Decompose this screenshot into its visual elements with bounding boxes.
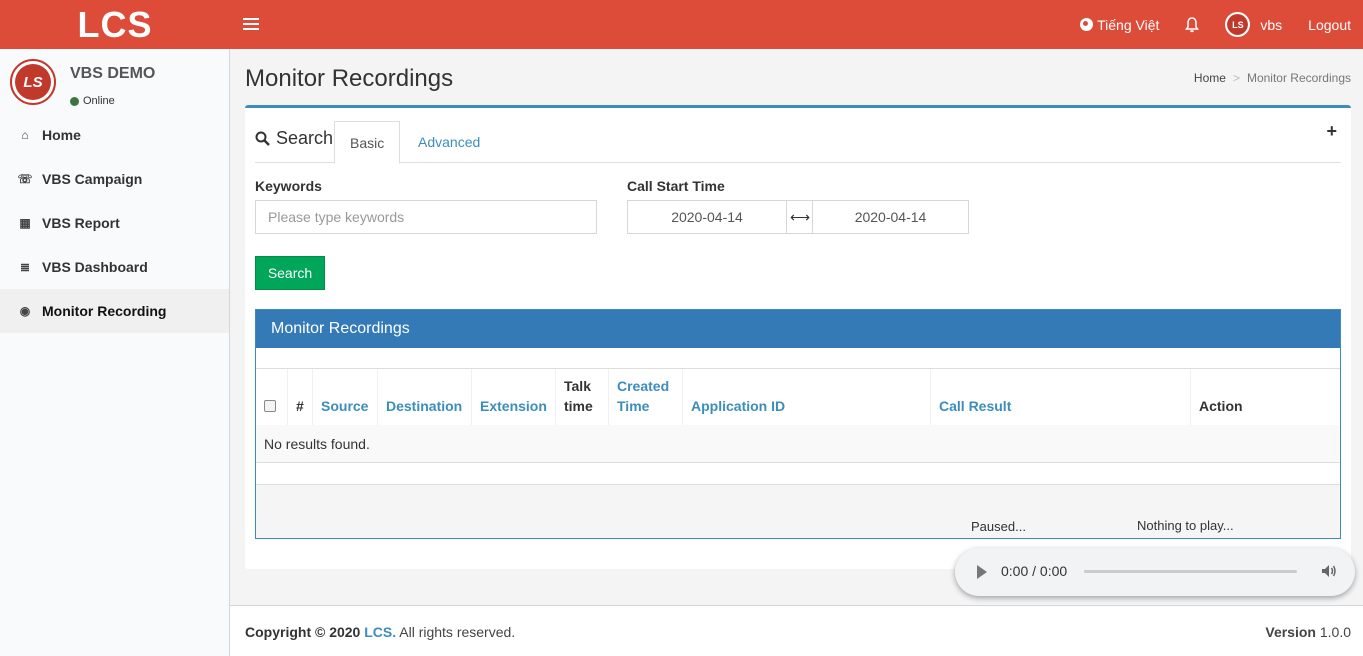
user-avatar: LS: [1225, 12, 1251, 37]
user-menu[interactable]: LS vbs: [1212, 0, 1295, 49]
sidebar-item-vbs-report[interactable]: ▦ VBS Report: [0, 201, 229, 245]
breadcrumb-separator: >: [1232, 71, 1240, 85]
audio-time: 0:00 / 0:00: [1001, 563, 1068, 579]
sidebar-item-label: Monitor Recording: [42, 303, 167, 319]
column-call-result[interactable]: Call Result: [931, 369, 1191, 426]
recordings-panel: Monitor Recordings # Source Destination …: [255, 309, 1341, 539]
tab-basic[interactable]: Basic: [334, 121, 401, 164]
search-heading-text: Search: [276, 128, 334, 148]
version-value: 1.0.0: [1319, 624, 1351, 640]
audio-progress-slider[interactable]: [1084, 570, 1297, 573]
username: vbs: [1260, 16, 1283, 33]
copyright-prefix: Copyright © 2020: [245, 624, 361, 640]
player-status-paused: Paused...: [971, 519, 1026, 534]
sidebar-item-label: VBS Campaign: [42, 171, 143, 187]
logout-link[interactable]: Logout: [1295, 0, 1363, 49]
sidebar-item-vbs-dashboard[interactable]: ≣ VBS Dashboard: [0, 245, 229, 289]
column-application-id[interactable]: Application ID: [683, 369, 931, 426]
copyright: Copyright © 2020 LCS. All rights reserve…: [245, 624, 515, 640]
sidebar-item-label: Home: [42, 127, 81, 143]
search-button[interactable]: Search: [255, 256, 325, 290]
logo[interactable]: LCS: [0, 0, 230, 49]
navbar-right: Tiếng Việt LS vbs Logout: [1067, 0, 1363, 49]
breadcrumb: Home > Monitor Recordings: [1194, 71, 1351, 85]
status-text: Online: [83, 95, 115, 107]
keywords-label: Keywords: [255, 178, 322, 194]
search-heading: Search: [255, 128, 333, 149]
breadcrumb-home[interactable]: Home: [1194, 71, 1226, 85]
play-icon[interactable]: [977, 565, 987, 579]
date-range-arrow-icon: ⟷: [787, 200, 813, 234]
column-number: #: [288, 369, 313, 426]
rights-text: All rights reserved.: [399, 624, 516, 640]
user-panel: LS VBS DEMO Online: [0, 49, 229, 113]
sidebar-item-vbs-campaign[interactable]: ☏ VBS Campaign: [0, 157, 229, 201]
version: Version 1.0.0: [1265, 624, 1351, 640]
top-navbar: LCS Tiếng Việt LS vbs Logout: [0, 0, 1363, 49]
sidebar-item-monitor-recording[interactable]: ◉ Monitor Recording: [0, 289, 229, 333]
date-from-input[interactable]: [627, 200, 787, 234]
tab-advanced[interactable]: Advanced: [403, 121, 495, 163]
audio-player: 0:00 / 0:00: [955, 548, 1355, 596]
version-label: Version: [1265, 624, 1316, 640]
column-action: Action: [1199, 398, 1243, 414]
user-status: Online: [70, 95, 115, 107]
main-content: Monitor Recordings Home > Monitor Record…: [230, 49, 1363, 605]
database-icon: ≣: [19, 260, 31, 274]
home-icon: ⌂: [21, 128, 29, 142]
column-source[interactable]: Source: [313, 369, 378, 426]
page-title: Monitor Recordings: [245, 65, 454, 92]
notifications-button[interactable]: [1172, 0, 1212, 49]
table-header: # Source Destination Extension Talk time…: [256, 368, 1340, 426]
footer: Copyright © 2020 LCS. All rights reserve…: [230, 605, 1363, 656]
search-icon: [255, 131, 270, 146]
sidebar-toggle-icon[interactable]: [243, 15, 259, 33]
empty-row: No results found.: [256, 425, 1340, 463]
bell-icon: [1185, 16, 1200, 32]
player-status-nothing: Nothing to play...: [1137, 518, 1234, 533]
language-switch[interactable]: Tiếng Việt: [1067, 0, 1172, 49]
column-talk-time: Talk time: [556, 369, 609, 426]
phone-volume-icon: ☏: [17, 172, 33, 186]
column-created-time[interactable]: Created Time: [609, 369, 683, 426]
column-extension[interactable]: Extension: [472, 369, 556, 426]
call-start-time-label: Call Start Time: [627, 178, 725, 194]
volume-icon[interactable]: [1321, 563, 1337, 579]
sidebar-item-label: VBS Dashboard: [42, 259, 148, 275]
keywords-input[interactable]: [255, 200, 597, 234]
breadcrumb-current: Monitor Recordings: [1246, 71, 1351, 85]
language-label: Tiếng Việt: [1097, 16, 1160, 33]
select-all-checkbox[interactable]: [264, 400, 276, 412]
online-dot-icon: [70, 96, 79, 106]
player-status-bar: Paused... Nothing to play...: [256, 484, 1340, 538]
panel-title: Monitor Recordings: [256, 310, 1340, 348]
calculator-icon: ▦: [19, 216, 31, 230]
date-to-input[interactable]: [812, 200, 969, 234]
sidebar-item-home[interactable]: ⌂ Home: [0, 113, 229, 157]
search-box: Search Basic Advanced + Keywords Call St…: [245, 105, 1351, 569]
column-destination[interactable]: Destination: [378, 369, 472, 426]
user-avatar-large: LS: [10, 59, 56, 105]
select-all-cell: [256, 369, 288, 426]
sidebar-item-label: VBS Report: [42, 215, 120, 231]
user-name: VBS DEMO: [70, 65, 156, 82]
expand-plus-icon[interactable]: +: [1326, 121, 1337, 142]
globe-icon: [1080, 18, 1094, 31]
play-circle-icon: ◉: [19, 304, 31, 318]
search-tabs: Search Basic Advanced +: [255, 118, 1341, 164]
brand-link[interactable]: LCS.: [364, 624, 396, 640]
sidebar: LS VBS DEMO Online ⌂ Home ☏ VBS Campaign…: [0, 49, 230, 656]
